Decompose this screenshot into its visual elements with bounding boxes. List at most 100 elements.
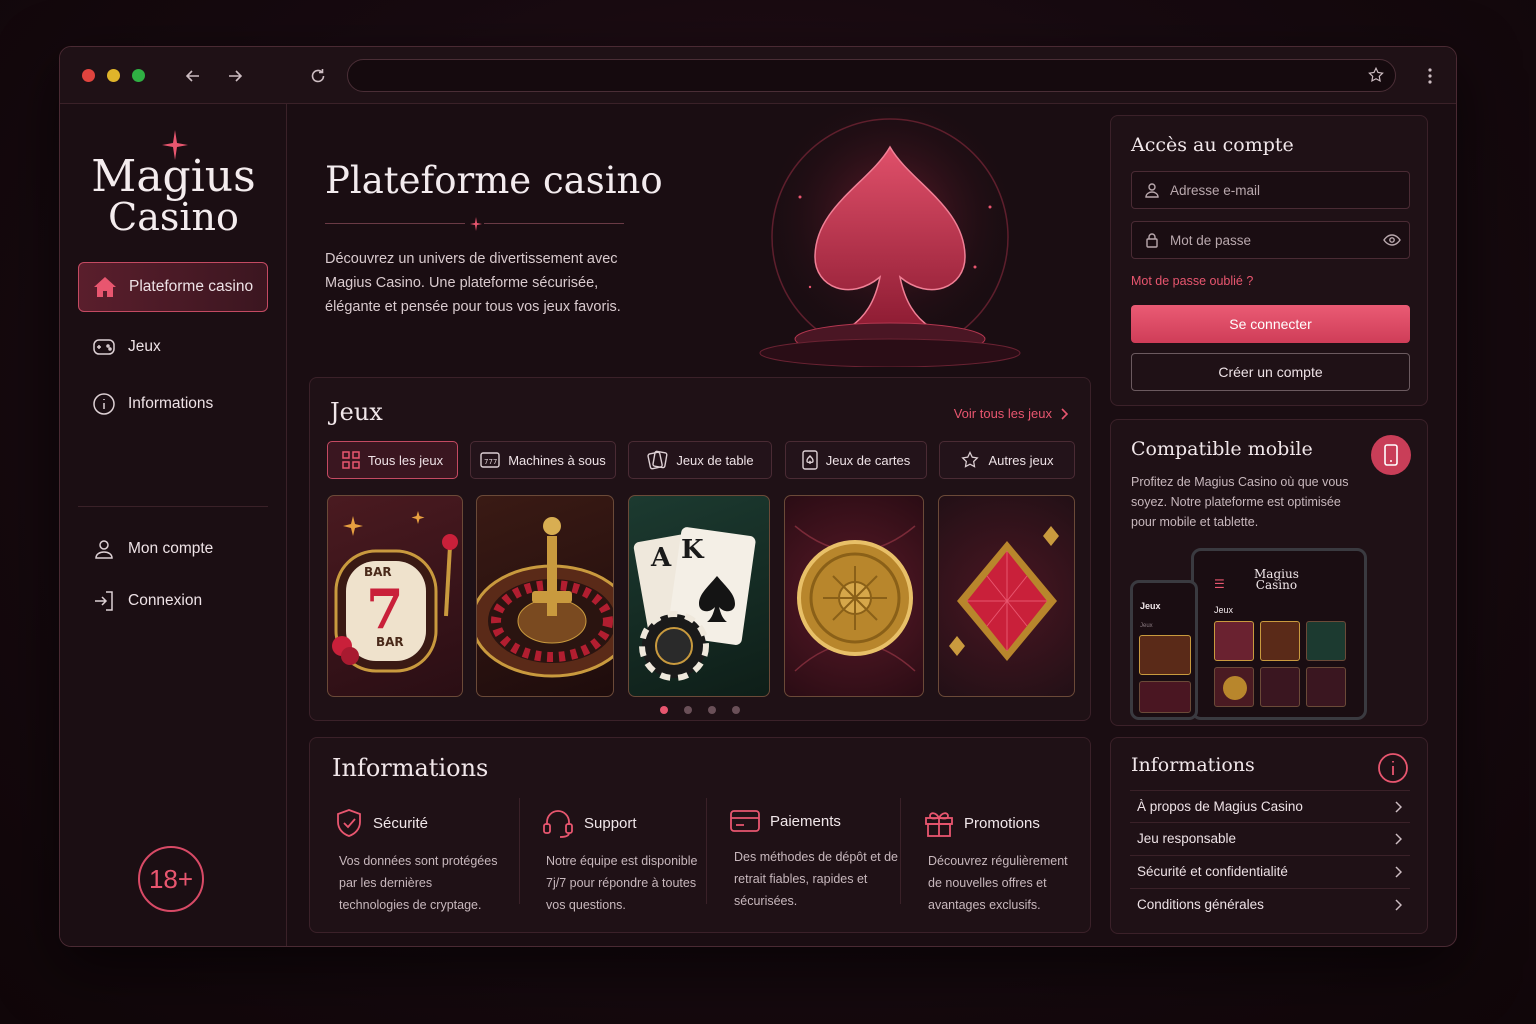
logo[interactable]: Magius Casino bbox=[60, 126, 287, 239]
tab-label: Machines à sous bbox=[508, 452, 606, 468]
link-label: Sécurité et confidentialité bbox=[1137, 864, 1288, 879]
info-item-text: Découvrez régulièrement de nouvelles off… bbox=[928, 854, 1068, 912]
sidebar-item-jeux[interactable]: Jeux bbox=[78, 322, 268, 372]
account-panel: Accès au compte Adresse e-mail Mot de pa… bbox=[1110, 115, 1428, 406]
game-card-cards[interactable]: A K bbox=[628, 495, 770, 697]
tab-jeux-de-cartes[interactable]: Jeux de cartes bbox=[785, 441, 927, 479]
pagination-dot[interactable] bbox=[732, 706, 740, 714]
link-label: À propos de Magius Casino bbox=[1137, 799, 1303, 814]
chevron-right-icon bbox=[1061, 407, 1068, 420]
phone-mockup: Jeux Jeux bbox=[1130, 580, 1198, 720]
info-divider bbox=[900, 798, 901, 904]
tablet-mockup: Magius Casino ☰ Jeux bbox=[1191, 548, 1367, 720]
slot-icon: 777 bbox=[480, 452, 500, 468]
link-conditions[interactable]: Conditions générales bbox=[1130, 888, 1410, 920]
address-bar[interactable] bbox=[347, 59, 1396, 92]
lock-icon bbox=[1146, 233, 1158, 248]
smartphone-icon bbox=[1384, 444, 1398, 466]
more-options-icon[interactable] bbox=[1417, 63, 1443, 89]
info-links-title: Informations bbox=[1131, 754, 1255, 776]
minimize-window-button[interactable] bbox=[107, 69, 120, 82]
sidebar-item-informations[interactable]: Informations bbox=[78, 379, 268, 429]
tablet-tile bbox=[1214, 621, 1254, 661]
info-divider bbox=[706, 798, 707, 904]
info-item-title: Sécurité bbox=[373, 814, 429, 832]
age-badge-text: 18+ bbox=[148, 863, 194, 894]
forgot-password-link[interactable]: Mot de passe oublié ? bbox=[1131, 274, 1253, 288]
link-label: Jeu responsable bbox=[1137, 831, 1237, 846]
tablet-tile bbox=[1306, 621, 1346, 661]
sidebar-item-label: Informations bbox=[128, 395, 214, 412]
pagination-dot[interactable] bbox=[660, 706, 668, 714]
page-title: Plateforme casino bbox=[325, 159, 663, 202]
sidebar-item-mon-compte[interactable]: Mon compte bbox=[78, 524, 268, 574]
browser-toolbar bbox=[60, 47, 1456, 104]
reload-icon[interactable] bbox=[305, 63, 331, 89]
password-placeholder: Mot de passe bbox=[1170, 232, 1252, 248]
info-icon bbox=[1378, 753, 1408, 783]
see-all-games-link[interactable]: Voir tous les jeux bbox=[954, 406, 1068, 421]
menu-icon: ☰ bbox=[1214, 577, 1225, 591]
sidebar-item-label: Connexion bbox=[128, 592, 203, 609]
logo-line-2: Casino bbox=[108, 195, 239, 239]
chevron-right-icon bbox=[1395, 865, 1402, 878]
cards-chip-image: A K bbox=[633, 527, 756, 681]
tab-autres-jeux[interactable]: Autres jeux bbox=[939, 441, 1075, 479]
chevron-right-icon bbox=[1395, 800, 1402, 813]
tab-label: Jeux de table bbox=[676, 452, 754, 468]
tablet-tile bbox=[1214, 667, 1254, 707]
account-title: Accès au compte bbox=[1131, 134, 1294, 156]
info-item-text: Vos données sont protégées par les derni… bbox=[339, 854, 498, 912]
sidebar-item-plateforme[interactable]: Plateforme casino bbox=[78, 262, 268, 312]
pagination-dot[interactable] bbox=[684, 706, 692, 714]
game-card-slot-machine[interactable]: 7 BAR BAR bbox=[327, 495, 463, 697]
password-field[interactable]: Mot de passe bbox=[1131, 221, 1410, 259]
user-icon bbox=[1145, 183, 1159, 198]
login-button[interactable]: Se connecter bbox=[1131, 305, 1410, 343]
link-jeu-responsable[interactable]: Jeu responsable bbox=[1130, 822, 1410, 854]
game-card-diamond[interactable] bbox=[938, 495, 1075, 697]
tablet-games-label: Jeux bbox=[1214, 605, 1234, 615]
hero-description: Découvrez un univers de divertissement a… bbox=[325, 251, 621, 315]
tab-machines-a-sous[interactable]: 777 Machines à sous bbox=[470, 441, 616, 479]
user-icon bbox=[95, 540, 113, 559]
info-links-panel: Informations À propos de Magius Casino J… bbox=[1110, 737, 1428, 934]
forward-arrow-icon[interactable] bbox=[222, 63, 248, 89]
shield-icon bbox=[337, 809, 361, 837]
credit-card-icon bbox=[730, 810, 760, 832]
logo-line-1: Magius bbox=[91, 151, 256, 202]
sidebar-item-connexion[interactable]: Connexion bbox=[78, 576, 268, 626]
pagination-dot[interactable] bbox=[708, 706, 716, 714]
tablet-tile bbox=[1260, 667, 1300, 707]
create-account-button[interactable]: Créer un compte bbox=[1131, 353, 1410, 391]
link-securite[interactable]: Sécurité et confidentialité bbox=[1130, 855, 1410, 887]
age-restriction-badge: 18+ bbox=[138, 846, 204, 912]
title-divider-left bbox=[325, 223, 465, 224]
close-window-button[interactable] bbox=[82, 69, 95, 82]
game-card-roulette[interactable] bbox=[476, 495, 614, 697]
roulette-image bbox=[477, 517, 613, 678]
svg-text:777: 777 bbox=[484, 458, 497, 466]
info-item-securite: Sécurité Vos données sont protégées par … bbox=[335, 808, 505, 916]
game-card-coin[interactable] bbox=[784, 495, 924, 697]
title-divider-right bbox=[484, 223, 624, 224]
maximize-window-button[interactable] bbox=[132, 69, 145, 82]
see-all-label: Voir tous les jeux bbox=[953, 406, 1052, 421]
eye-icon[interactable] bbox=[1383, 233, 1401, 247]
mobile-description: Profitez de Magius Casino où que vous so… bbox=[1131, 475, 1349, 529]
red-diamond-image bbox=[949, 526, 1059, 661]
email-field[interactable]: Adresse e-mail bbox=[1131, 171, 1410, 209]
gift-icon bbox=[925, 812, 953, 837]
svg-text:BAR: BAR bbox=[376, 635, 404, 649]
tab-tous-les-jeux[interactable]: Tous les jeux bbox=[327, 441, 458, 479]
back-arrow-icon[interactable] bbox=[180, 63, 206, 89]
info-item-promotions: Promotions Découvrez régulièrement de no… bbox=[924, 808, 1084, 916]
home-icon bbox=[94, 277, 116, 297]
info-icon bbox=[93, 393, 115, 415]
link-a-propos[interactable]: À propos de Magius Casino bbox=[1130, 790, 1410, 822]
tab-label: Jeux de cartes bbox=[825, 452, 911, 468]
phone-sub-label: Jeux bbox=[1140, 623, 1153, 629]
tab-jeux-de-table[interactable]: Jeux de table bbox=[628, 441, 772, 479]
bookmark-star-icon[interactable] bbox=[1367, 66, 1385, 89]
link-label: Conditions générales bbox=[1137, 897, 1264, 912]
